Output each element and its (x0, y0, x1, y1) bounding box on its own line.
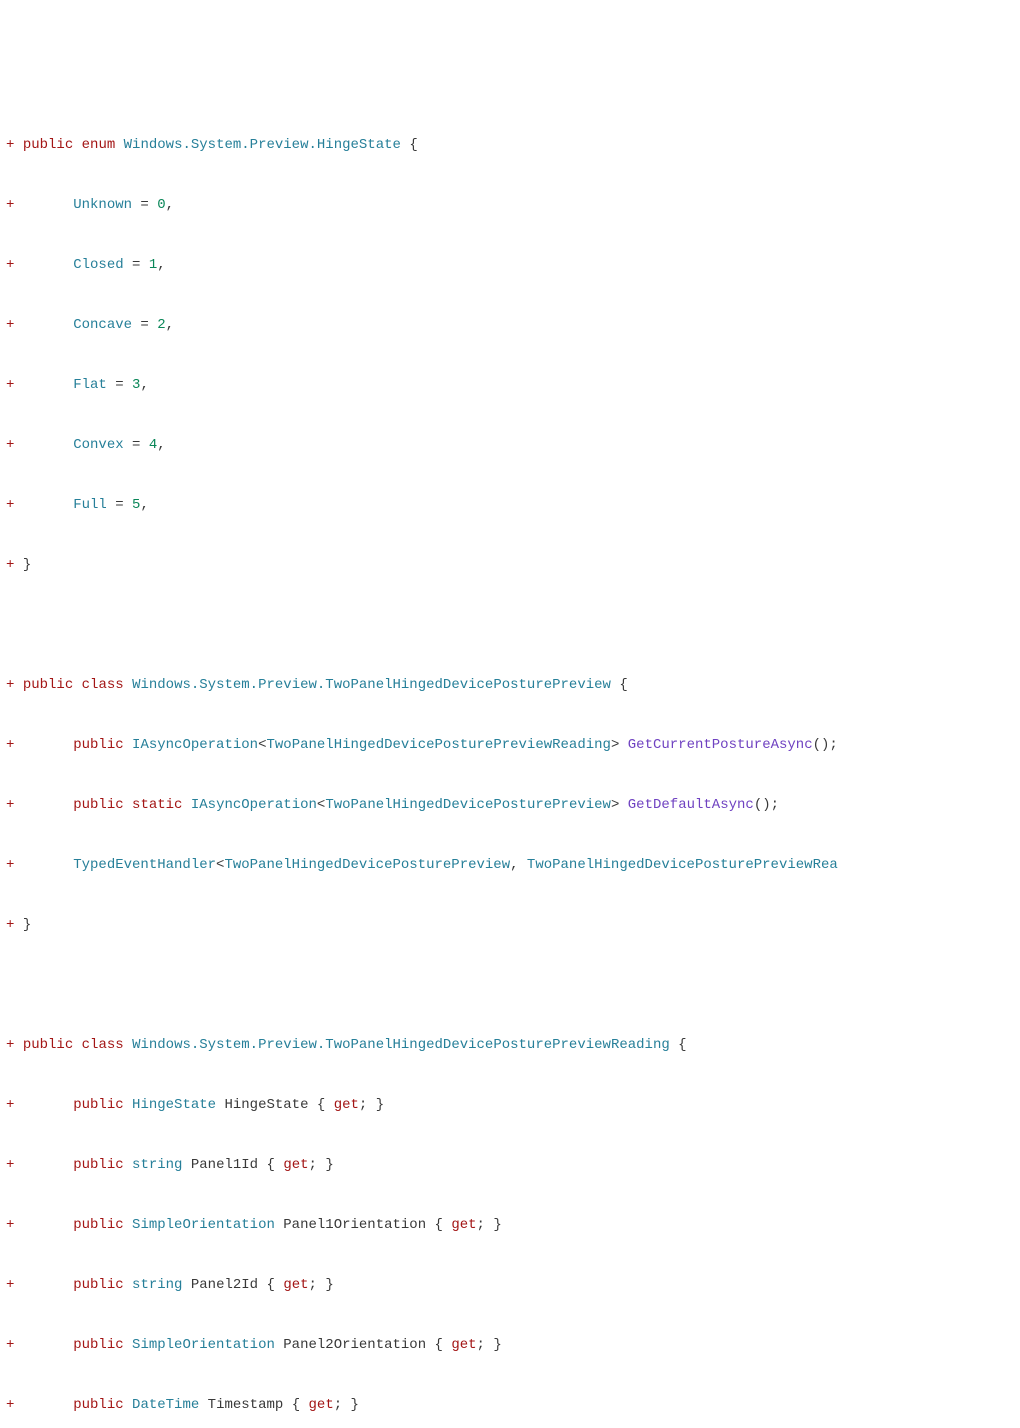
kw-enum: enum (82, 137, 116, 153)
code-line: + public class Windows.System.Preview.Tw… (6, 670, 1020, 700)
kw-public: public (73, 1217, 123, 1233)
kw-public: public (73, 1337, 123, 1353)
type-name: SimpleOrientation (132, 1217, 275, 1233)
kw-get: get (283, 1277, 308, 1293)
property-name: Timestamp (208, 1397, 284, 1413)
code-line: + public string Panel2Id { get; } (6, 1270, 1020, 1300)
type-name: SimpleOrientation (132, 1337, 275, 1353)
code-line: + TypedEventHandler<TwoPanelHingedDevice… (6, 850, 1020, 880)
diff-plus: + (6, 1037, 23, 1053)
type-name: Windows.System.Preview.TwoPanelHingedDev… (132, 677, 611, 693)
property-name: Panel2Orientation (283, 1337, 426, 1353)
code-line: + Convex = 4, (6, 430, 1020, 460)
diff-plus: + (6, 1337, 14, 1353)
kw-get: get (309, 1397, 334, 1413)
enum-member: Flat (73, 377, 107, 393)
kw-public: public (73, 1277, 123, 1293)
type-name: string (132, 1277, 182, 1293)
code-line: + Flat = 3, (6, 370, 1020, 400)
kw-get: get (334, 1097, 359, 1113)
code-line: + Full = 5, (6, 490, 1020, 520)
type-name: IAsyncOperation (191, 797, 317, 813)
kw-public: public (73, 1157, 123, 1173)
diff-plus: + (6, 557, 23, 573)
kw-class: class (82, 677, 124, 693)
enum-member: Concave (73, 317, 132, 333)
enum-member: Unknown (73, 197, 132, 213)
diff-plus: + (6, 137, 23, 153)
diff-plus: + (6, 917, 23, 933)
code-line: + public enum Windows.System.Preview.Hin… (6, 130, 1020, 160)
property-name: HingeState (224, 1097, 308, 1113)
type-name: HingeState (132, 1097, 216, 1113)
code-line: + public SimpleOrientation Panel2Orienta… (6, 1330, 1020, 1360)
type-name: TwoPanelHingedDevicePosturePreviewReadin… (266, 737, 610, 753)
diff-plus: + (6, 1217, 14, 1233)
type-name: string (132, 1157, 182, 1173)
brace: } (23, 917, 31, 933)
diff-plus: + (6, 1397, 14, 1413)
property-name: Panel1Id (191, 1157, 258, 1173)
number: 2 (157, 317, 165, 333)
kw-static: static (132, 797, 182, 813)
type-name: Windows.System.Preview.TwoPanelHingedDev… (132, 1037, 670, 1053)
number: 1 (149, 257, 157, 273)
code-line: + public static IAsyncOperation<TwoPanel… (6, 790, 1020, 820)
brace: { (409, 137, 417, 153)
diff-plus: + (6, 677, 23, 693)
diff-plus: + (6, 797, 14, 813)
code-line: + public DateTime Timestamp { get; } (6, 1390, 1020, 1420)
diff-plus: + (6, 737, 14, 753)
code-line: + } (6, 910, 1020, 940)
diff-plus: + (6, 857, 14, 873)
brace: } (23, 557, 31, 573)
code-line: + public SimpleOrientation Panel1Orienta… (6, 1210, 1020, 1240)
code-line: + Unknown = 0, (6, 190, 1020, 220)
kw-public: public (73, 797, 123, 813)
code-line: + Closed = 1, (6, 250, 1020, 280)
enum-member: Closed (73, 257, 123, 273)
kw-get: get (451, 1337, 476, 1353)
kw-public: public (23, 1037, 73, 1053)
kw-public: public (73, 737, 123, 753)
type-name: DateTime (132, 1397, 199, 1413)
code-line: + public class Windows.System.Preview.Tw… (6, 1030, 1020, 1060)
kw-get: get (451, 1217, 476, 1233)
diff-plus: + (6, 1157, 14, 1173)
kw-public: public (73, 1097, 123, 1113)
method-name: GetCurrentPostureAsync (628, 737, 813, 753)
kw-get: get (283, 1157, 308, 1173)
enum-member: Convex (73, 437, 123, 453)
brace: { (678, 1037, 686, 1053)
type-name: TwoPanelHingedDevicePosturePreview (224, 857, 510, 873)
kw-public: public (23, 677, 73, 693)
property-name: Panel1Orientation (283, 1217, 426, 1233)
type-name: IAsyncOperation (132, 737, 258, 753)
kw-class: class (82, 1037, 124, 1053)
brace: { (619, 677, 627, 693)
type-name: TypedEventHandler (73, 857, 216, 873)
code-line: + public IAsyncOperation<TwoPanelHingedD… (6, 730, 1020, 760)
code-line: + } (6, 550, 1020, 580)
property-name: Panel2Id (191, 1277, 258, 1293)
kw-public: public (73, 1397, 123, 1413)
code-line: + public string Panel1Id { get; } (6, 1150, 1020, 1180)
code-line: + public HingeState HingeState { get; } (6, 1090, 1020, 1120)
type-name: TwoPanelHingedDevicePosturePreview (325, 797, 611, 813)
type-name: TwoPanelHingedDevicePosturePreviewRea (527, 857, 838, 873)
blank-line (6, 610, 1020, 640)
code-line: + Concave = 2, (6, 310, 1020, 340)
number: 4 (149, 437, 157, 453)
kw-public: public (23, 137, 73, 153)
blank-line (6, 970, 1020, 1000)
enum-member: Full (73, 497, 107, 513)
method-name: GetDefaultAsync (628, 797, 754, 813)
number: 0 (157, 197, 165, 213)
diff-plus: + (6, 1277, 14, 1293)
type-name: Windows.System.Preview.HingeState (124, 137, 401, 153)
diff-plus: + (6, 1097, 14, 1113)
